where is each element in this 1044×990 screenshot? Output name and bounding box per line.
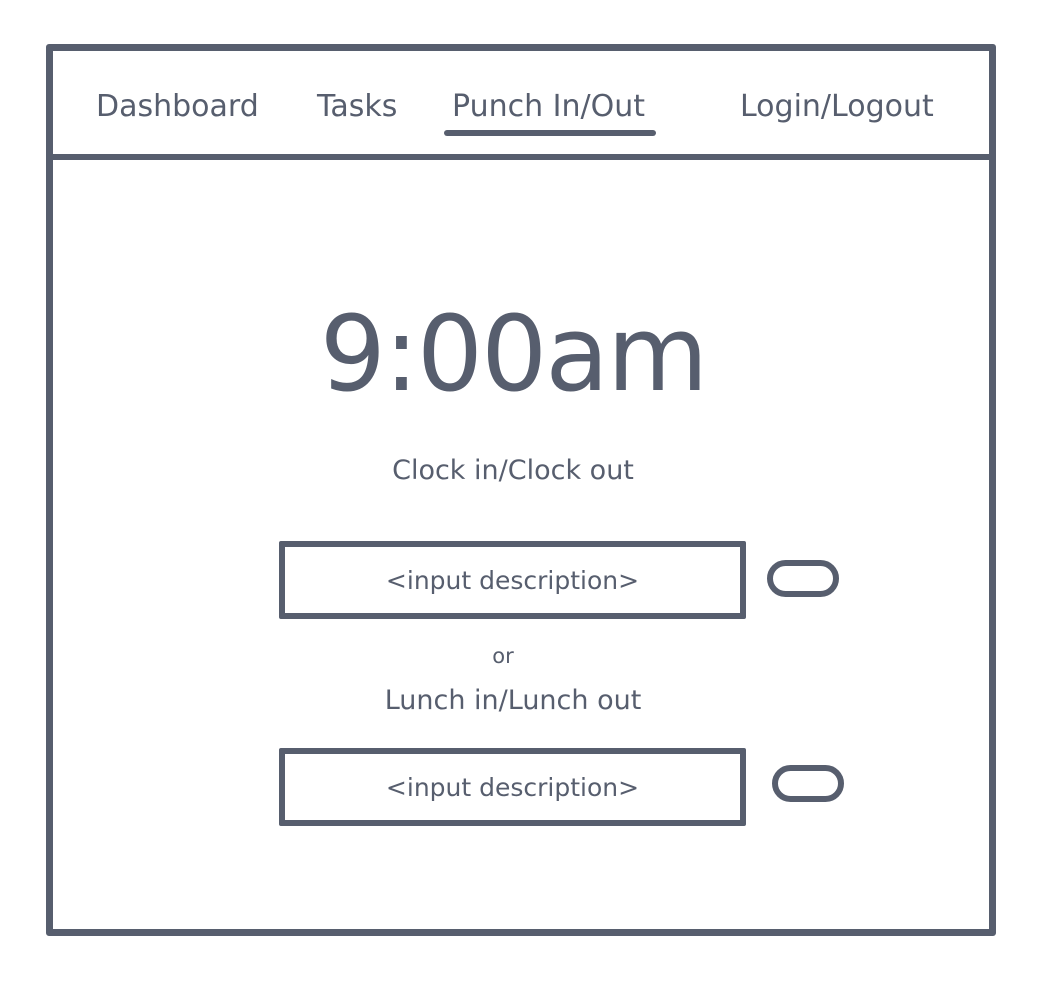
app-window: Dashboard Tasks Punch In/Out Login/Logou…: [46, 44, 996, 936]
clock-submit-button[interactable]: [767, 560, 839, 597]
clock-description-input[interactable]: [279, 541, 746, 619]
nav-tasks[interactable]: Tasks: [317, 89, 397, 125]
nav-dashboard[interactable]: Dashboard: [96, 89, 259, 125]
clock-section-label: Clock in/Clock out: [392, 455, 634, 486]
or-divider-text: or: [492, 644, 514, 668]
lunch-section-label: Lunch in/Lunch out: [384, 685, 642, 716]
active-tab-underline: [444, 130, 656, 136]
current-time: 9:00am: [319, 293, 709, 415]
lunch-description-input[interactable]: [279, 748, 746, 826]
nav-punch-in-out[interactable]: Punch In/Out: [452, 89, 645, 125]
top-nav: Dashboard Tasks Punch In/Out Login/Logou…: [53, 51, 989, 160]
lunch-submit-button[interactable]: [772, 765, 844, 802]
nav-login-logout[interactable]: Login/Logout: [740, 89, 934, 125]
